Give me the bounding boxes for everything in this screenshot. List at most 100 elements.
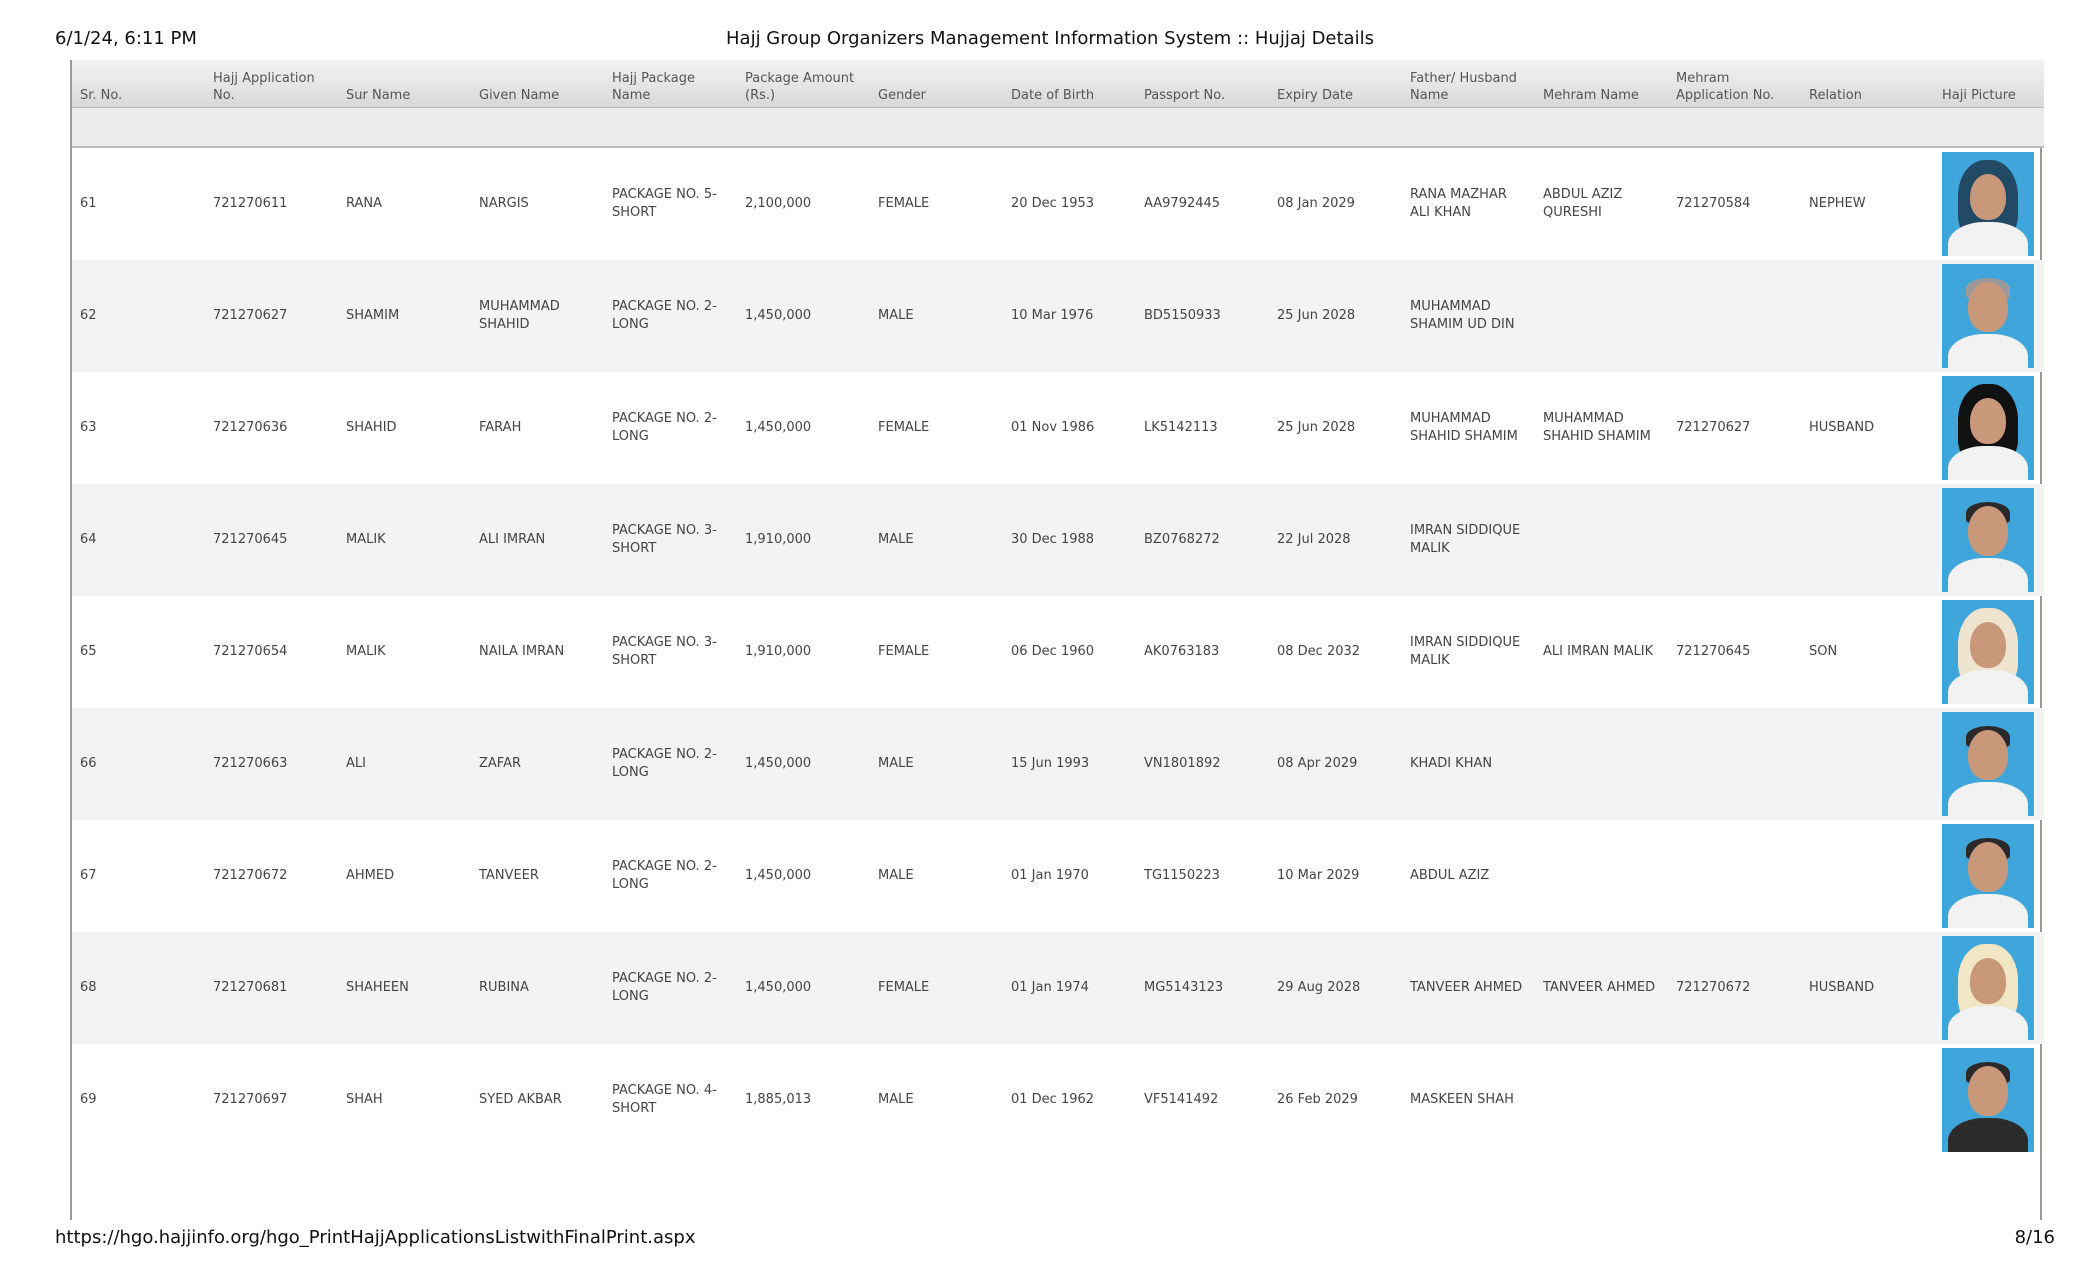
- col-header-date-of-birth: Date of Birth: [1003, 60, 1136, 108]
- cell-passport-no: AA9792445: [1144, 196, 1221, 211]
- cell-relation: NEPHEW: [1809, 196, 1866, 211]
- cell-mehram-name: [1535, 820, 1668, 932]
- cell-package-amount: 1,450,000: [745, 868, 812, 883]
- table-body: 61 721270611 RANA NARGIS PACKAGE NO. 5-SHORT…: [72, 147, 2044, 1156]
- cell-relation: HUSBAND: [1809, 420, 1875, 435]
- cell-given-name: SYED AKBAR: [479, 1092, 562, 1107]
- table-row: 66 721270663 ALI ZAFAR PACKAGE NO. 2-LONG 1,4…: [72, 708, 2044, 820]
- col-header-application-no: Hajj Application No.: [205, 60, 338, 108]
- cell-mehram-application-no: 721270627: [1676, 420, 1751, 435]
- table-filter-row: [72, 107, 2044, 148]
- cell-package-name: PACKAGE NO. 4-SHORT: [612, 1083, 717, 1116]
- cell-date-of-birth: 15 Jun 1993: [1003, 708, 1136, 820]
- cell-gender: MALE: [870, 708, 1003, 820]
- table-header-row: Sr. No. Hajj Application No. Sur Name Gi…: [72, 60, 2044, 108]
- photo-head: [1968, 506, 2008, 556]
- hujjaj-table-container: Sr. No. Hajj Application No. Sur Name Gi…: [70, 60, 2044, 1220]
- cell-package-name: PACKAGE NO. 2-LONG: [604, 260, 737, 372]
- cell-father-husband-name: ABDUL AZIZ: [1410, 868, 1490, 883]
- cell-gender: FEMALE: [878, 644, 930, 659]
- col-header-package-amount: Package Amount (Rs.): [737, 60, 870, 108]
- cell-gender: FEMALE: [878, 420, 930, 435]
- cell-package-amount: 1,885,013: [745, 1092, 812, 1107]
- cell-package-amount: 1,450,000: [745, 420, 812, 435]
- photo-head: [1968, 1066, 2008, 1116]
- haji-photo-male-icon: [1942, 712, 2034, 816]
- cell-passport-no: TG1150223: [1144, 868, 1220, 883]
- cell-date-of-birth: 01 Dec 1962: [1011, 1092, 1095, 1107]
- cell-gender: MALE: [870, 484, 1003, 596]
- cell-haji-picture: [1934, 596, 2044, 708]
- cell-relation: HUSBAND: [1801, 932, 1934, 1044]
- cell-package-name: PACKAGE NO. 5-SHORT: [612, 187, 717, 220]
- cell-sr-no: 69: [80, 1092, 97, 1107]
- cell-application-no: 721270654: [213, 644, 288, 659]
- cell-passport-no: LK5142113: [1144, 420, 1218, 435]
- page-number: 8/16: [2014, 1227, 2055, 1248]
- cell-sur-name: SHAH: [346, 1092, 383, 1107]
- cell-mehram-name: TANVEER AHMED: [1535, 932, 1668, 1044]
- cell-mehram-name: ALI IMRAN MALIK: [1543, 644, 1654, 659]
- cell-mehram-application-no: [1668, 708, 1801, 820]
- cell-gender: MALE: [878, 1092, 914, 1107]
- cell-relation: [1801, 484, 1934, 596]
- cell-haji-picture: [1934, 372, 2044, 484]
- hujjaj-details-table: Sr. No. Hajj Application No. Sur Name Gi…: [72, 60, 2044, 1156]
- cell-father-husband-name: IMRAN SIDDIQUE MALIK: [1410, 635, 1521, 668]
- cell-passport-no: VF5141492: [1144, 1092, 1219, 1107]
- haji-photo-female-icon: [1942, 152, 2034, 256]
- cell-father-husband-name: KHADI KHAN: [1402, 708, 1535, 820]
- cell-given-name: ZAFAR: [471, 708, 604, 820]
- cell-sur-name: SHAHEEN: [338, 932, 471, 1044]
- cell-package-name: PACKAGE NO. 2-LONG: [612, 859, 717, 892]
- cell-application-no: 721270611: [213, 196, 288, 211]
- photo-head: [1970, 174, 2006, 220]
- cell-sr-no: 64: [72, 484, 205, 596]
- cell-haji-picture: [1934, 147, 2044, 260]
- cell-application-no: 721270627: [205, 260, 338, 372]
- filter-row-cell: [72, 107, 2044, 148]
- cell-mehram-application-no: 721270645: [1676, 644, 1751, 659]
- cell-sr-no: 66: [72, 708, 205, 820]
- photo-head: [1970, 398, 2006, 444]
- table-row: 62 721270627 SHAMIM MUHAMMAD SHAHID PACKAGE …: [72, 260, 2044, 372]
- cell-sur-name: MALIK: [346, 644, 386, 659]
- cell-mehram-name: [1535, 260, 1668, 372]
- cell-expiry-date: 08 Jan 2029: [1277, 196, 1355, 211]
- cell-package-amount: 1,450,000: [737, 260, 870, 372]
- photo-body: [1948, 894, 2028, 928]
- cell-date-of-birth: 01 Jan 1974: [1003, 932, 1136, 1044]
- cell-mehram-name: [1535, 484, 1668, 596]
- cell-sr-no: 68: [72, 932, 205, 1044]
- col-header-given-name: Given Name: [471, 60, 604, 108]
- haji-photo-female-icon: [1942, 600, 2034, 704]
- cell-given-name: RUBINA: [471, 932, 604, 1044]
- photo-body: [1948, 558, 2028, 592]
- cell-date-of-birth: 01 Nov 1986: [1011, 420, 1095, 435]
- cell-expiry-date: 08 Apr 2029: [1269, 708, 1402, 820]
- cell-application-no: 721270636: [213, 420, 288, 435]
- cell-gender: FEMALE: [878, 196, 930, 211]
- cell-relation: SON: [1809, 644, 1838, 659]
- cell-mehram-name: ABDUL AZIZ QURESHI: [1543, 187, 1623, 220]
- photo-body: [1948, 446, 2028, 480]
- table-row: 64 721270645 MALIK ALI IMRAN PACKAGE NO. 3-S…: [72, 484, 2044, 596]
- cell-sr-no: 67: [80, 868, 97, 883]
- cell-haji-picture: [1934, 1044, 2044, 1156]
- haji-photo-male-icon: [1942, 264, 2034, 368]
- cell-mehram-application-no: [1668, 484, 1801, 596]
- cell-mehram-application-no: [1668, 820, 1801, 932]
- cell-gender: MALE: [870, 260, 1003, 372]
- cell-given-name: MUHAMMAD SHAHID: [471, 260, 604, 372]
- cell-package-amount: 2,100,000: [745, 196, 812, 211]
- photo-body: [1948, 222, 2028, 256]
- col-header-father-husband-name: Father/ Husband Name: [1402, 60, 1535, 108]
- cell-sur-name: SHAMIM: [338, 260, 471, 372]
- cell-package-amount: 1,910,000: [745, 644, 812, 659]
- cell-sr-no: 63: [80, 420, 97, 435]
- photo-body: [1948, 334, 2028, 368]
- cell-date-of-birth: 30 Dec 1988: [1003, 484, 1136, 596]
- cell-father-husband-name: MUHAMMAD SHAHID SHAMIM: [1410, 411, 1518, 444]
- cell-sr-no: 65: [80, 644, 97, 659]
- cell-sur-name: MALIK: [338, 484, 471, 596]
